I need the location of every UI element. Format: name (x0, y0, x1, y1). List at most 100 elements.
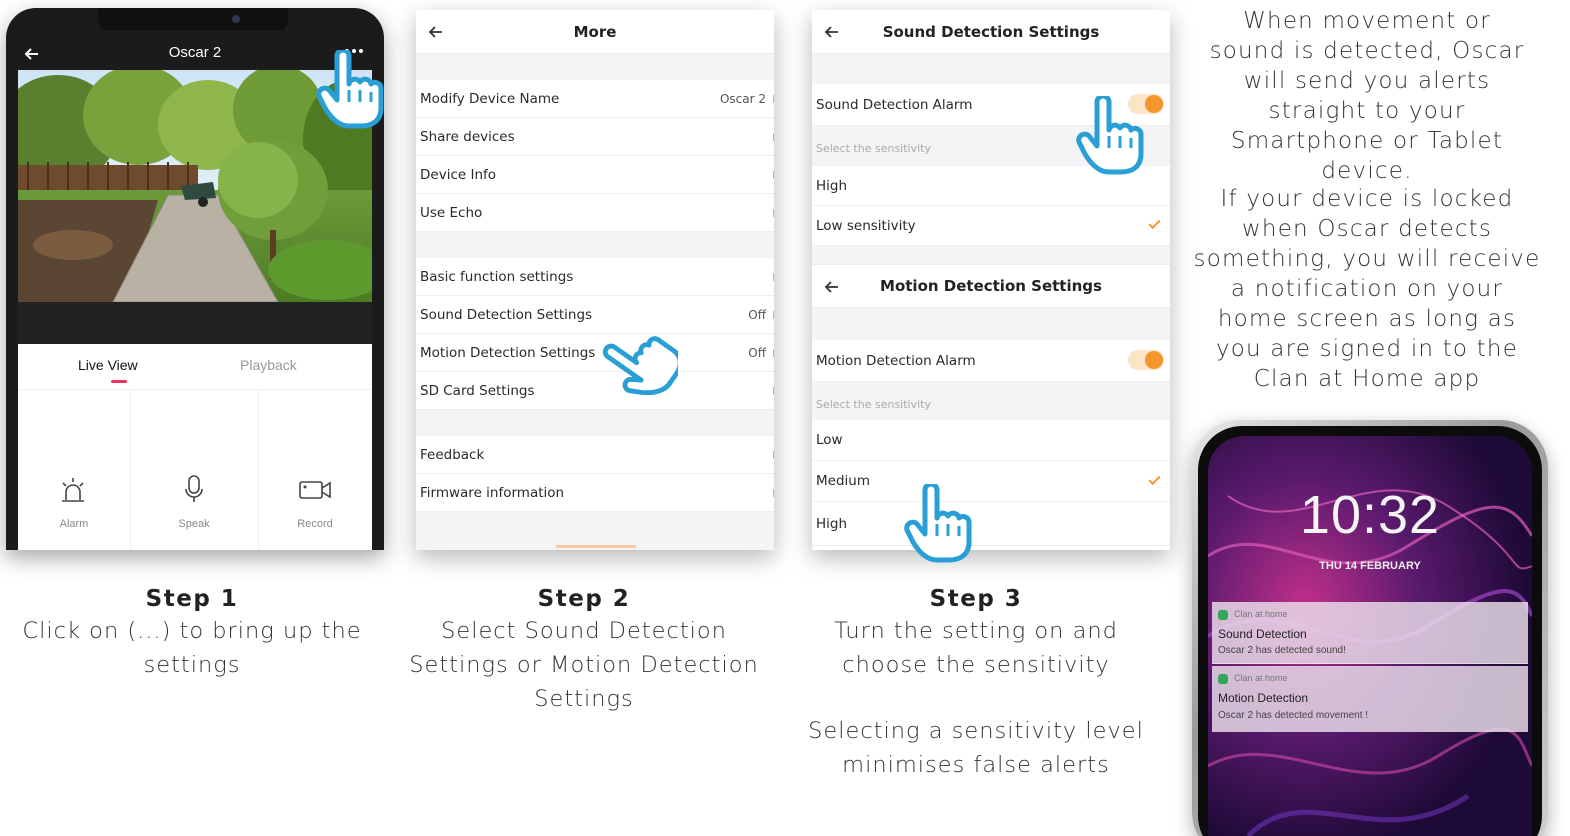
menu-item[interactable]: Sound Detection Settings Off (416, 296, 774, 334)
menu-item-value: Oscar 2 (719, 91, 766, 106)
menu-item[interactable]: Use Echo (416, 194, 774, 232)
step3-heading: Step 3 (929, 586, 1023, 612)
menu-item-label: Modify Device Name (420, 90, 560, 107)
back-arrow-icon[interactable] (822, 277, 842, 297)
menu-item[interactable]: Share devices (416, 118, 774, 156)
chevron-right-icon (771, 170, 774, 179)
chevron-right-icon (771, 208, 774, 217)
motion-option-medium[interactable]: Medium (812, 461, 1170, 502)
notification-app: Clan at home (1234, 673, 1288, 683)
chevron-right-icon (771, 94, 774, 103)
pointing-hand-icon (316, 50, 384, 129)
sound-title: Sound Detection Settings (882, 22, 1100, 41)
menu-item-label: Share devices (420, 128, 515, 145)
notification-card[interactable]: Clan at home Sound Detection Oscar 2 has… (1212, 602, 1528, 664)
menu-item[interactable]: Feedback (416, 436, 774, 474)
section-gap (416, 54, 774, 80)
speak-button[interactable]: Speak (130, 390, 258, 550)
motion-title: Motion Detection Settings (880, 277, 1102, 295)
menu-item-label: Firmware information (420, 484, 565, 501)
lockscreen-phone: 10:32 THU 14 FEBRUARY Clan at home Sound… (1192, 420, 1548, 836)
section-gap (416, 232, 774, 258)
tab-live-view[interactable]: Live View (78, 357, 138, 373)
motion-option-low[interactable]: Low (812, 420, 1170, 461)
side-paragraph-1: When movement or sound is detected, Osca… (1209, 8, 1525, 184)
motion-alarm-label: Motion Detection Alarm (816, 352, 976, 369)
microphone-icon (185, 475, 203, 502)
motion-option-high[interactable]: High (812, 502, 1170, 546)
motion-sensitivity-hint: Select the sensitivity (816, 398, 931, 411)
video-camera-icon (299, 481, 331, 499)
notification-title: Sound Detection (1218, 627, 1307, 641)
menu-item[interactable]: Modify Device Name Oscar 2 (416, 80, 774, 118)
menu-item-label: Basic function settings (420, 268, 574, 285)
menu-item[interactable]: Device Info (416, 156, 774, 194)
action-grid: Alarm Speak Record (18, 390, 372, 550)
option-label: Low sensitivity (816, 217, 916, 234)
menu-item[interactable]: SD Card Settings (416, 372, 774, 410)
menu-item[interactable]: Firmware information (416, 474, 774, 512)
back-arrow-icon[interactable] (822, 22, 842, 42)
record-button[interactable]: Record (258, 390, 372, 550)
speak-label: Speak (178, 518, 210, 530)
app-icon (1218, 674, 1228, 684)
logout-hint (556, 545, 636, 548)
chevron-right-icon (771, 450, 774, 459)
notification-title: Motion Detection (1218, 691, 1309, 705)
section-gap (812, 246, 1170, 264)
section-gap (416, 410, 774, 436)
record-label: Record (297, 518, 333, 530)
tab-underline (111, 380, 127, 383)
lockscreen: 10:32 THU 14 FEBRUARY Clan at home Sound… (1208, 436, 1532, 836)
step1-heading: Step 1 (145, 586, 239, 612)
step3-settings-screen: Sound Detection Settings Sound Detection… (812, 10, 1170, 550)
tab-playback[interactable]: Playback (240, 357, 297, 373)
pointing-hand-icon (602, 336, 678, 396)
menu-item-label: Sound Detection Settings (420, 306, 593, 323)
motion-header: Motion Detection Settings (812, 264, 1170, 308)
menu-item-label: SD Card Settings (420, 382, 535, 399)
menu-item-value: Off (748, 307, 766, 322)
alarm-icon (62, 478, 84, 502)
sound-option-low[interactable]: Low sensitivity (812, 206, 1170, 246)
step1-caption: Step 1 Click on (...) to bring up the se… (20, 586, 364, 682)
notification-app: Clan at home (1234, 609, 1288, 619)
menu-item-label: Use Echo (420, 204, 483, 221)
notification-body: Oscar 2 has detected movement ! (1218, 710, 1369, 721)
chevron-right-icon (771, 488, 774, 497)
option-label: Medium (816, 473, 870, 489)
menu-item-label: Feedback (420, 446, 485, 463)
alarm-button[interactable]: Alarm (18, 390, 130, 550)
step2-heading: Step 2 (537, 586, 631, 612)
chevron-right-icon (771, 132, 774, 141)
notification-card[interactable]: Clan at home Motion Detection Oscar 2 ha… (1212, 666, 1528, 732)
notification-body: Oscar 2 has detected sound! (1218, 645, 1346, 656)
video-bottom-band (18, 302, 372, 344)
app-icon (1218, 610, 1228, 620)
side-paragraph-2: If your device is locked when Oscar dete… (1193, 186, 1541, 392)
step3-description: Turn the setting on and choose the sensi… (834, 618, 1118, 678)
option-label: Low (816, 432, 843, 448)
chevron-right-icon (771, 386, 774, 395)
motion-alarm-row[interactable]: Motion Detection Alarm (812, 340, 1170, 382)
sound-alarm-label: Sound Detection Alarm (816, 96, 973, 113)
option-label: High (816, 515, 848, 532)
option-label: High (816, 177, 848, 194)
lock-time: 10:32 (1299, 485, 1441, 545)
motion-alarm-toggle[interactable] (1128, 350, 1164, 370)
back-arrow-icon[interactable] (426, 22, 446, 42)
menu-item-label: Motion Detection Settings (420, 344, 596, 361)
step3-caption: Step 3 Turn the setting on and choose th… (808, 586, 1144, 782)
menu-item-value: Off (748, 345, 766, 360)
step2-description: Select Sound Detection Settings or Motio… (409, 618, 759, 712)
menu-item[interactable]: Basic function settings (416, 258, 774, 296)
lock-date: THU 14 FEBRUARY (1319, 560, 1421, 572)
pointing-hand-icon (904, 484, 972, 563)
more-header: More (416, 10, 774, 54)
sound-sensitivity-hint: Select the sensitivity (816, 142, 931, 155)
sound-header: Sound Detection Settings (812, 10, 1170, 54)
checkmark-icon (1148, 472, 1161, 486)
menu-item[interactable]: Motion Detection Settings Off (416, 334, 774, 372)
menu-item-label: Device Info (420, 166, 497, 183)
step2-more-screen: More Modify Device Name Oscar 2 Share devi… (416, 10, 774, 550)
